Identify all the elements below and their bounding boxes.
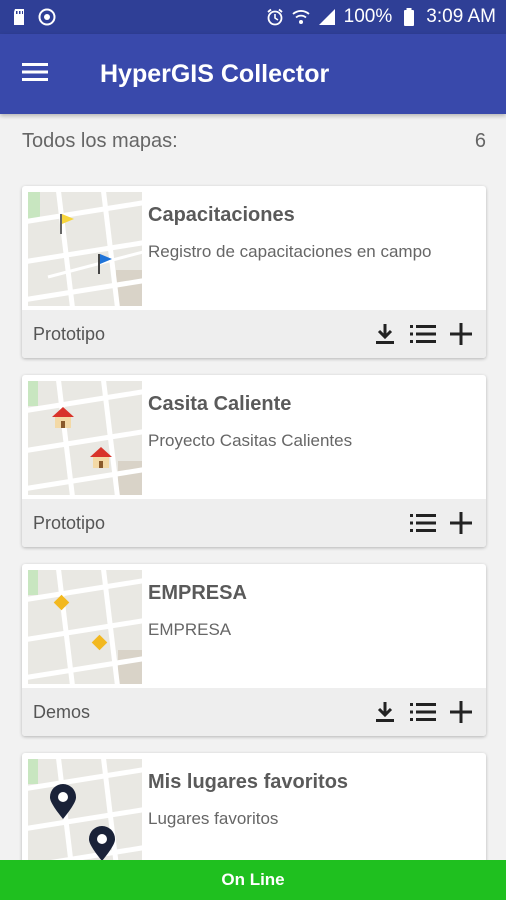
download-icon[interactable] [372,321,398,347]
map-category: Prototipo [33,512,106,533]
menu-button[interactable] [0,34,70,114]
list-icon[interactable] [410,699,436,725]
maps-count: 6 [474,130,486,152]
map-title: Casita Caliente [148,393,292,415]
app-bar: HyperGIS Collector [0,34,506,114]
sd-card-icon [10,8,28,26]
battery-icon [400,8,418,26]
maps-list-label: Todos los mapas: [22,130,178,152]
app-title: HyperGIS Collector [100,59,330,88]
connection-status-label: On Line [221,870,285,889]
clock: 3:09 AM [426,6,496,27]
map-card-mis-lugares-favoritos[interactable]: Mis lugares favoritos Lugares favoritos [22,753,486,873]
download-icon[interactable] [372,699,398,725]
map-thumbnail [28,759,142,873]
signal-icon [318,8,336,26]
alarm-icon [266,8,284,26]
maps-list-header: Todos los mapas: 6 [22,130,486,153]
list-icon[interactable] [410,510,436,536]
map-description: Lugares favoritos [148,809,279,828]
map-description: Proyecto Casitas Calientes [148,431,353,450]
map-title: Capacitaciones [148,204,295,226]
map-card-footer: Demos [22,688,486,736]
map-thumbnail [28,192,142,306]
map-title: EMPRESA [148,582,247,604]
menu-icon [22,62,48,87]
map-title: Mis lugares favoritos [148,771,349,793]
map-card-footer: Prototipo [22,499,486,547]
battery-percent: 100% [343,6,393,27]
wifi-icon [292,8,310,26]
map-card-capacitaciones[interactable]: Capacitaciones Registro de capacitacione… [22,186,486,358]
target-icon [38,8,56,26]
map-category: Prototipo [33,323,106,344]
add-icon[interactable] [448,510,474,536]
connection-status-bar: On Line [0,860,506,900]
add-icon[interactable] [448,699,474,725]
map-category: Demos [33,701,91,722]
map-card-empresa[interactable]: EMPRESA EMPRESA Demos [22,564,486,736]
status-bar: 100% 3:09 AM [0,0,506,34]
add-icon[interactable] [448,321,474,347]
map-thumbnail [28,570,142,684]
map-description: Registro de capacitaciones en campo [148,242,432,261]
map-thumbnail [28,381,142,495]
map-card-footer: Prototipo [22,310,486,358]
list-icon[interactable] [410,321,436,347]
map-card-casita-caliente[interactable]: Casita Caliente Proyecto Casitas Calient… [22,375,486,547]
map-description: EMPRESA [148,620,232,639]
